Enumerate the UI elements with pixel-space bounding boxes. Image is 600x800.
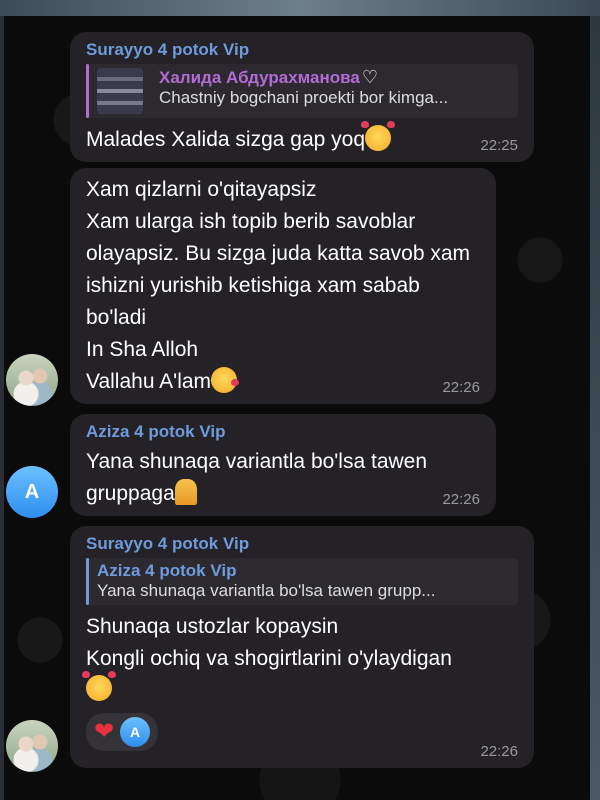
white-heart-icon: ♡ <box>361 67 378 87</box>
smiling-face-with-hearts-icon <box>82 671 116 701</box>
message-time: 22:26 <box>442 491 480 508</box>
avatar-letter: A <box>24 480 40 503</box>
message-time: 22:26 <box>480 743 518 760</box>
sender-name[interactable]: Surayyo 4 potok Vip <box>86 534 518 554</box>
message-text: Xam qizlarni o'qitayapsiz Xam ularga ish… <box>86 178 471 393</box>
reply-accent-bar <box>86 64 89 118</box>
smiling-face-with-hearts-icon <box>361 121 396 151</box>
sender-avatar[interactable] <box>6 354 58 406</box>
left-edge <box>0 16 4 800</box>
message-time: 22:25 <box>480 137 518 154</box>
reactor-avatar: A <box>120 717 151 747</box>
message-bubble[interactable]: Surayyo 4 potok Vip Aziza 4 potok Vip Ya… <box>70 526 534 768</box>
top-edge <box>0 0 600 16</box>
reply-thumbnail-image <box>97 68 143 114</box>
message-text: Shunaqa ustozlar kopaysin Kongli ochiq v… <box>86 615 452 670</box>
reply-sender-name: Халида Абдурахманова ♡ <box>159 67 378 87</box>
sender-avatar[interactable]: A <box>6 466 58 518</box>
sender-name[interactable]: Aziza 4 potok Vip <box>86 422 480 442</box>
folded-hands-icon <box>174 479 197 505</box>
reply-preview[interactable]: Aziza 4 potok Vip Yana shunaqa variantla… <box>86 558 518 605</box>
right-edge <box>590 16 600 800</box>
message-text: Malades Xalida sizga gap yoq <box>86 121 518 156</box>
face-blowing-kiss-icon <box>211 367 240 393</box>
sender-name[interactable]: Surayyo 4 potok Vip <box>86 40 518 60</box>
reply-text: Chastniy bogchani proekti bor kimga... <box>159 88 449 107</box>
message-emoji-line <box>82 671 518 707</box>
reply-sender-name: Aziza 4 potok Vip <box>97 561 237 580</box>
message-text: Yana shunaqa variantla bo'lsa tawen grup… <box>86 450 433 505</box>
reply-content: Халида Абдурахманова ♡ Chastniy bogchani … <box>151 64 456 118</box>
message-bubble[interactable]: Aziza 4 potok Vip Yana shunaqa variantla… <box>70 414 496 516</box>
message-bubble[interactable]: Xam qizlarni o'qitayapsiz Xam ularga ish… <box>70 168 496 404</box>
reply-content: Aziza 4 potok Vip Yana shunaqa variantla… <box>89 558 443 605</box>
red-heart-icon[interactable]: ❤ <box>94 720 114 744</box>
reaction-bar[interactable]: ❤ A <box>86 713 159 751</box>
message-bubble[interactable]: Surayyo 4 potok Vip Халида Абдурахманова… <box>70 32 534 162</box>
message-time: 22:26 <box>442 379 480 396</box>
reply-text: Yana shunaqa variantla bo'lsa tawen grup… <box>97 581 436 600</box>
sender-avatar[interactable] <box>6 720 58 772</box>
reply-preview[interactable]: Халида Абдурахманова ♡ Chastniy bogchani … <box>86 64 518 118</box>
